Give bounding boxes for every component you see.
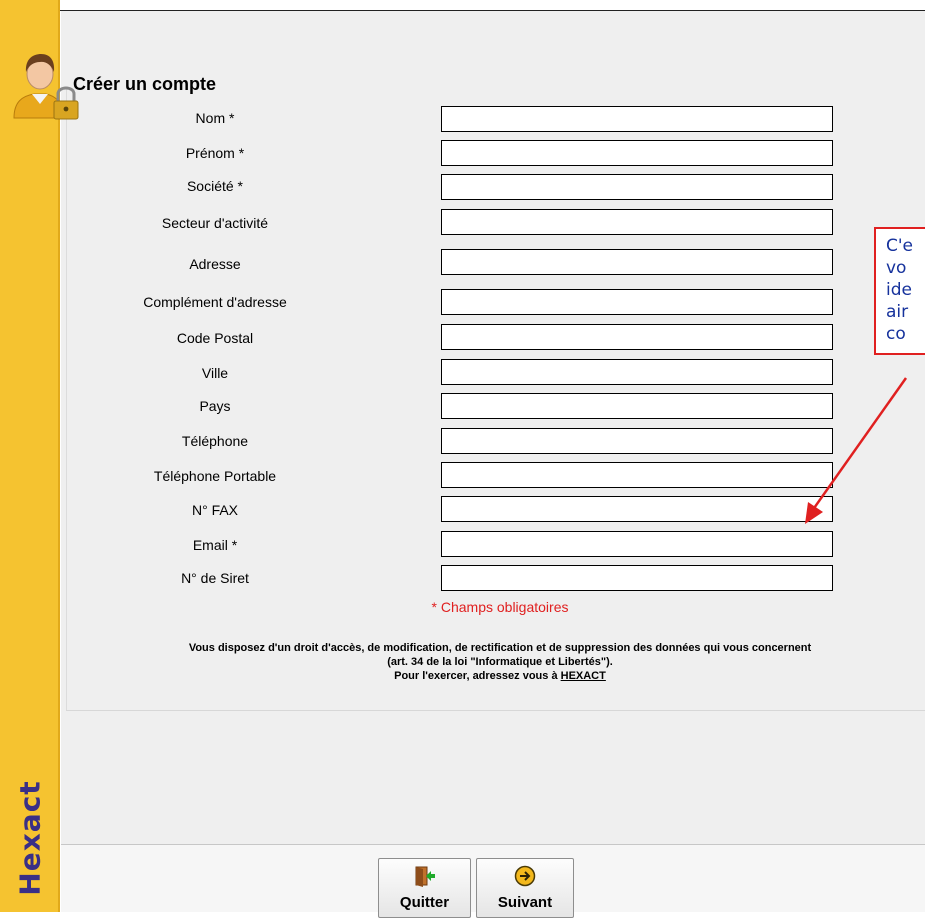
page-title: Créer un compte — [73, 74, 217, 94]
legal-line-3-text: Pour l'exercer, adressez vous à — [394, 670, 558, 682]
annotation-callout: C'e vo ide air co — [874, 227, 925, 355]
field-label-ville: Ville — [201, 365, 229, 381]
callout-line: C'e — [886, 236, 914, 256]
field-label-fax: N° FAX — [191, 502, 239, 518]
field-label-pays: Pays — [199, 398, 231, 414]
panel-border-bottom — [66, 710, 925, 711]
callout-arrow — [805, 377, 908, 524]
callout-line: co — [886, 324, 906, 344]
field-label-prenom: Prénom * — [185, 145, 245, 161]
quit-button[interactable]: Quitter — [378, 858, 471, 918]
prenom-input[interactable] — [441, 140, 833, 166]
callout-line: vo — [886, 258, 907, 278]
legal-line-2: (art. 34 de la loi "Informatique et Libe… — [387, 656, 613, 668]
field-label-societe: Société * — [186, 178, 244, 194]
telephone-input[interactable] — [441, 428, 833, 454]
field-label-code-postal: Code Postal — [176, 330, 254, 346]
pays-input[interactable] — [441, 393, 833, 419]
fax-input[interactable] — [441, 496, 833, 522]
legal-line-3: Pour l'exercer, adressez vous à HEXACT — [64, 669, 925, 683]
field-label-secteur: Secteur d'activité — [161, 215, 269, 231]
legal-notice: Vous disposez d'un droit d'accès, de mod… — [64, 641, 925, 683]
ville-input[interactable] — [441, 359, 833, 385]
quit-label: Quitter — [399, 894, 450, 911]
field-label-nom: Nom * — [195, 110, 235, 126]
legal-line-1: Vous disposez d'un droit d'accès, de mod… — [188, 642, 812, 654]
callout-line: ide — [886, 280, 912, 300]
next-arrow-icon — [514, 865, 536, 887]
siret-input[interactable] — [441, 565, 833, 591]
field-label-telephone: Téléphone — [181, 433, 249, 449]
nom-input[interactable] — [441, 106, 833, 132]
sidebar-edge — [58, 0, 60, 912]
callout-line: air — [886, 302, 909, 322]
societe-input[interactable] — [441, 174, 833, 200]
complement-adresse-input[interactable] — [441, 289, 833, 315]
hexact-link[interactable]: HEXACT — [561, 670, 606, 682]
adresse-input[interactable] — [441, 249, 833, 275]
field-label-email: Email * — [192, 537, 238, 553]
top-bar — [60, 0, 925, 11]
field-label-complement-adresse: Complément d'adresse — [143, 294, 287, 310]
next-label: Suivant — [497, 894, 553, 911]
field-label-adresse: Adresse — [189, 256, 241, 272]
field-label-siret: N° de Siret — [181, 570, 249, 586]
telephone-portable-input[interactable] — [441, 462, 833, 488]
secteur-activite-input[interactable] — [441, 209, 833, 235]
panel-border-left — [66, 88, 67, 710]
field-label-telephone-portable: Téléphone Portable — [153, 468, 277, 484]
email-field[interactable] — [441, 531, 833, 557]
code-postal-input[interactable] — [441, 324, 833, 350]
next-button[interactable]: Suivant — [476, 858, 574, 918]
exit-door-icon — [415, 866, 435, 887]
user-lock-icon — [13, 54, 79, 120]
required-fields-note: * Champs obligatoires — [431, 599, 569, 615]
brand-logo: Hexact — [13, 780, 47, 896]
sidebar: Hexact — [0, 0, 60, 912]
